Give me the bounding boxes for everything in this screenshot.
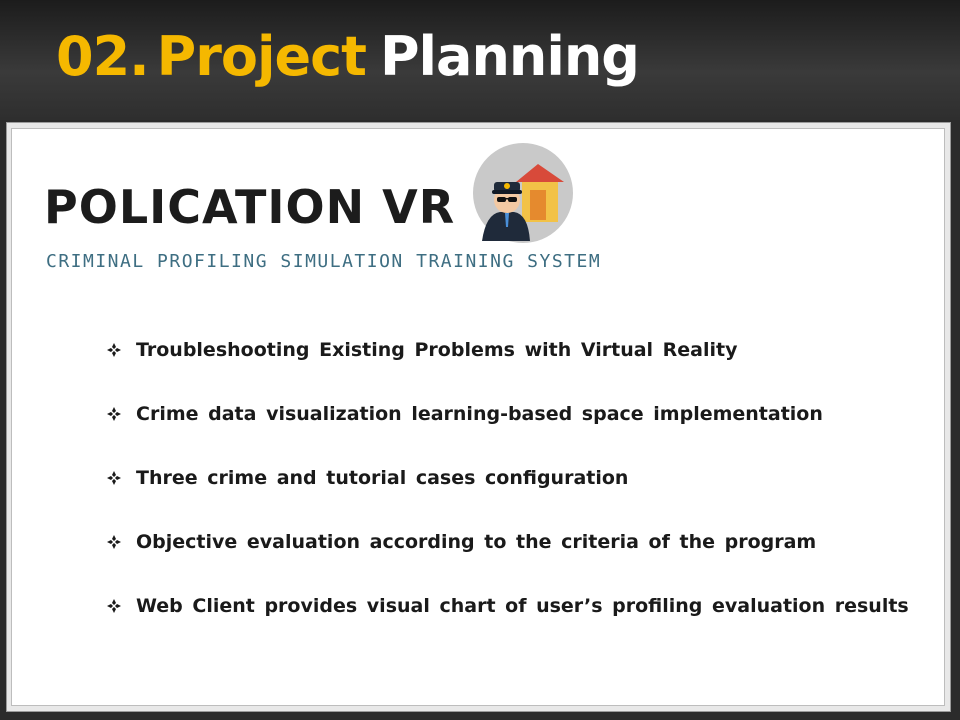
title-number: 02. — [56, 25, 150, 88]
police-house-icon — [473, 143, 573, 243]
diamond-bullet-icon — [107, 599, 121, 613]
diamond-bullet-icon — [107, 535, 121, 549]
bullet-text: Troubleshooting Existing Problems with V… — [136, 339, 738, 361]
list-item: Web Client provides visual chart of user… — [106, 574, 909, 638]
page-title: 02. Project Planning — [56, 30, 640, 84]
list-item: Three crime and tutorial cases configura… — [106, 446, 909, 510]
bullet-list: Troubleshooting Existing Problems with V… — [106, 318, 909, 638]
title-word-planning: Planning — [379, 25, 640, 88]
list-item: Objective evaluation according to the cr… — [106, 510, 909, 574]
diamond-bullet-icon — [107, 343, 121, 357]
bullet-text: Objective evaluation according to the cr… — [136, 531, 817, 553]
bullet-text: Crime data visualization learning-based … — [136, 403, 823, 425]
logo-tagline: CRIMINAL PROFILING SIMULATION TRAINING S… — [46, 251, 602, 272]
logo-name: POLICATION VR — [44, 180, 456, 234]
header-bar: 02. Project Planning — [0, 0, 960, 120]
diamond-bullet-icon — [107, 407, 121, 421]
diamond-bullet-icon — [107, 471, 121, 485]
list-item: Troubleshooting Existing Problems with V… — [106, 318, 909, 382]
bullet-text: Three crime and tutorial cases configura… — [136, 467, 629, 489]
list-item: Crime data visualization learning-based … — [106, 382, 909, 446]
title-word-project: Project — [156, 25, 367, 88]
bullet-text: Web Client provides visual chart of user… — [136, 595, 909, 617]
